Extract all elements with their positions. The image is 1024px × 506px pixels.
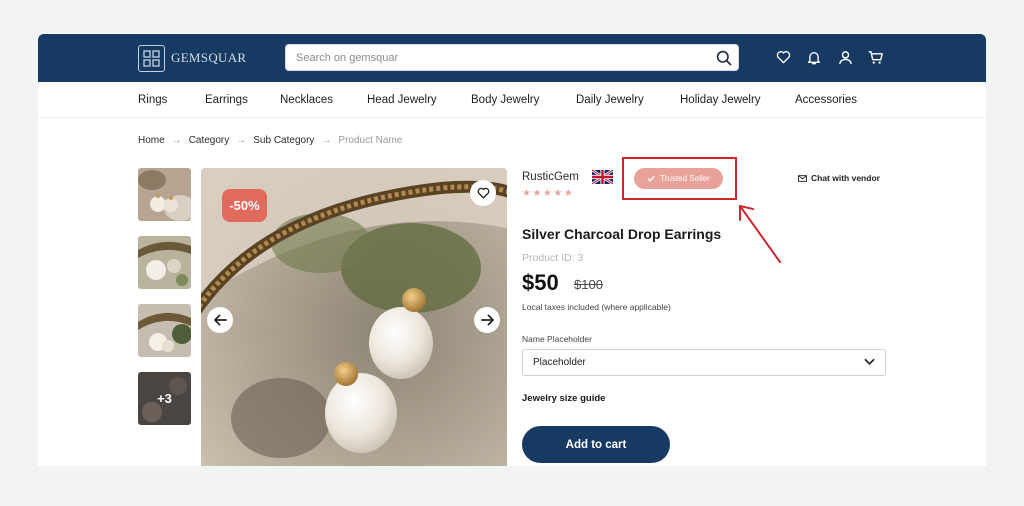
category-rings[interactable]: Rings	[138, 94, 167, 106]
discount-badge: -50%	[222, 189, 267, 222]
option-select[interactable]: Placeholder	[522, 349, 886, 376]
page-frame: GEMSQUAR Rings Earrings Neckl	[38, 34, 986, 466]
category-nav: Rings Earrings Necklaces Head Jewelry Bo…	[38, 82, 986, 118]
search-input[interactable]	[286, 45, 686, 70]
thumbnail-more[interactable]: +3	[138, 372, 191, 425]
tax-note: Local taxes included (where applicable)	[522, 302, 671, 312]
uk-flag-icon	[591, 168, 614, 186]
arrow-right-icon: →	[321, 135, 332, 146]
add-to-cart-button[interactable]: Add to cart	[522, 426, 670, 463]
category-necklaces[interactable]: Necklaces	[280, 94, 333, 106]
next-image-arrow-icon[interactable]	[474, 307, 500, 333]
main-product-image: -50%	[201, 168, 507, 466]
vendor-name[interactable]: RusticGem	[522, 171, 579, 183]
category-accessories[interactable]: Accessories	[795, 94, 857, 106]
notification-bell-icon[interactable]	[805, 48, 823, 66]
breadcrumb-sub-category[interactable]: Sub Category	[253, 135, 314, 146]
product-id: Product ID: 3	[522, 252, 584, 264]
user-account-icon[interactable]	[836, 48, 854, 66]
check-icon	[647, 175, 655, 182]
thumbnail-2[interactable]	[138, 236, 191, 289]
breadcrumb-category[interactable]: Category	[189, 135, 230, 146]
trusted-seller-label: Trusted Seller	[660, 174, 710, 183]
category-holiday-jewelry[interactable]: Holiday Jewelry	[680, 94, 761, 106]
mail-icon	[798, 174, 807, 182]
trusted-seller-badge: Trusted Seller	[634, 168, 723, 189]
breadcrumb-current: Product Name	[338, 135, 403, 146]
option-label: Name Placeholder	[522, 334, 592, 344]
category-head-jewelry[interactable]: Head Jewelry	[367, 94, 437, 106]
category-daily-jewelry[interactable]: Daily Jewelry	[576, 94, 644, 106]
previous-image-arrow-icon[interactable]	[207, 307, 233, 333]
shopping-cart-icon[interactable]	[867, 48, 885, 66]
header-actions	[774, 48, 885, 66]
option-select-value: Placeholder	[533, 357, 586, 368]
category-body-jewelry[interactable]: Body Jewelry	[471, 94, 539, 106]
breadcrumb-home[interactable]: Home	[138, 135, 165, 146]
favorite-heart-icon[interactable]	[470, 180, 496, 206]
brand-logo[interactable]: GEMSQUAR	[138, 44, 246, 72]
brand-name: GEMSQUAR	[171, 50, 247, 65]
product-title: Silver Charcoal Drop Earrings	[522, 226, 722, 242]
thumbnail-3[interactable]	[138, 304, 191, 357]
chat-with-vendor-label: Chat with vendor	[811, 173, 880, 183]
rating-stars: ★★★★★	[522, 188, 575, 199]
arrow-right-icon: →	[171, 135, 182, 146]
search-bar	[285, 44, 739, 71]
search-icon[interactable]	[716, 50, 732, 71]
more-images-label: +3	[157, 391, 172, 406]
logo-mark-icon	[138, 44, 165, 72]
breadcrumb: Home → Category → Sub Category → Product…	[138, 135, 402, 146]
size-guide-link[interactable]: Jewelry size guide	[522, 393, 605, 404]
category-earrings[interactable]: Earrings	[205, 94, 248, 106]
thumbnail-1[interactable]	[138, 168, 191, 221]
chat-with-vendor-button[interactable]: Chat with vendor	[798, 173, 880, 183]
original-price: $100	[574, 277, 603, 292]
annotation-arrow	[739, 205, 781, 263]
product-price: $50	[522, 270, 559, 295]
arrow-right-icon: →	[236, 135, 247, 146]
top-navbar: GEMSQUAR	[38, 34, 986, 82]
chevron-down-icon	[864, 358, 875, 366]
wishlist-heart-icon[interactable]	[774, 48, 792, 66]
